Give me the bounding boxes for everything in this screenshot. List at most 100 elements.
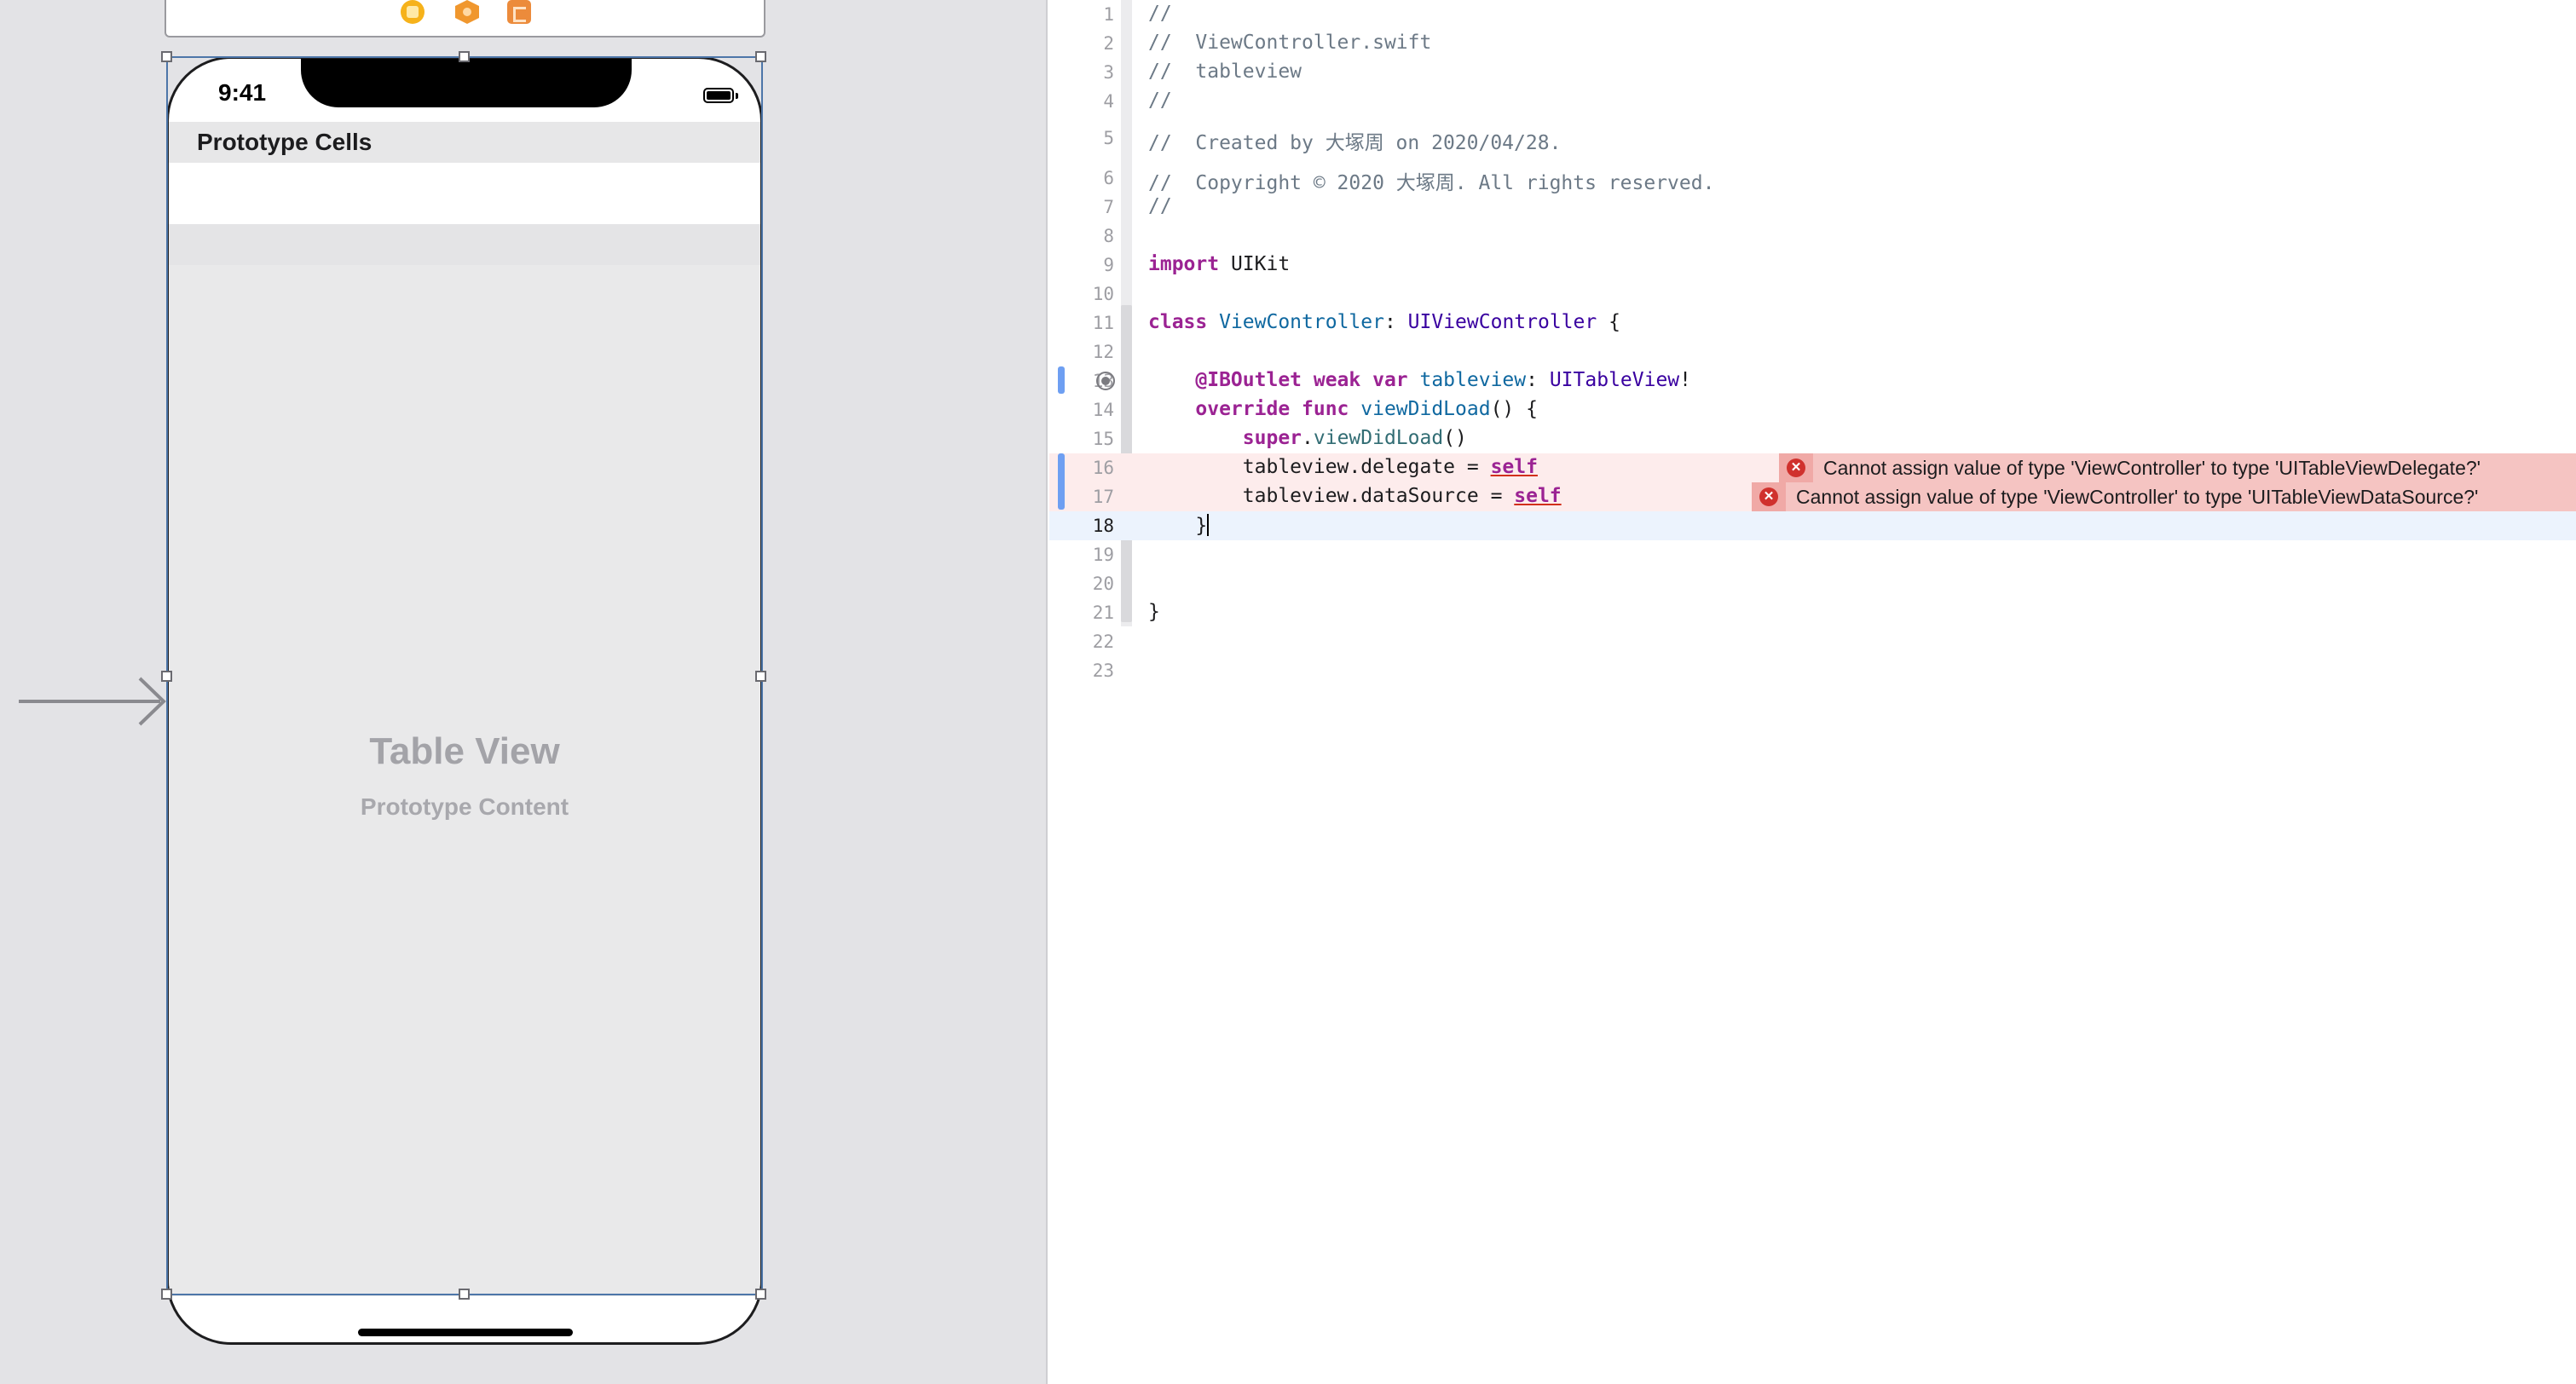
code-line[interactable]: 17 tableview.dataSource = self ✕ Cannot as…: [1049, 482, 2576, 511]
resize-handle[interactable]: [459, 1289, 470, 1300]
resize-handle[interactable]: [459, 51, 470, 62]
line-number[interactable]: 23: [1049, 660, 1114, 681]
code-text[interactable]: @IBOutlet weak var tableview: UITableVie…: [1148, 369, 1691, 391]
line-number[interactable]: 7: [1049, 197, 1114, 217]
line-number[interactable]: 20: [1049, 574, 1114, 594]
line-number[interactable]: 9: [1049, 255, 1114, 275]
code-text[interactable]: //: [1148, 3, 1172, 25]
line-number[interactable]: 11: [1049, 313, 1114, 333]
code-line[interactable]: 21}: [1049, 598, 2576, 627]
code-text[interactable]: tableview.dataSource = self: [1148, 485, 1562, 507]
code-token: (): [1443, 427, 1467, 449]
code-declaration: viewDidLoad: [1349, 398, 1491, 420]
code-line[interactable]: 19: [1049, 540, 2576, 569]
code-line[interactable]: 7 //: [1049, 193, 2576, 222]
line-number[interactable]: 6: [1049, 168, 1114, 188]
code-line[interactable]: 14 override func viewDidLoad() {: [1049, 395, 2576, 424]
code-line[interactable]: 9 import UIKit: [1049, 251, 2576, 280]
code-declaration: tableview: [1407, 369, 1527, 391]
line-number[interactable]: 21: [1049, 603, 1114, 623]
code-line[interactable]: 11 class ViewController: UIViewController…: [1049, 309, 2576, 337]
code-text[interactable]: class ViewController: UIViewController {: [1148, 311, 1620, 333]
initial-view-controller-arrow-icon[interactable]: [19, 673, 172, 729]
line-number[interactable]: 1: [1049, 4, 1114, 25]
table-section-gap: [169, 224, 760, 265]
error-banner[interactable]: ✕ Cannot assign value of type 'ViewContro…: [1779, 453, 2576, 482]
code-line[interactable]: 13 @IBOutlet weak var tableview: UITable…: [1049, 366, 2576, 395]
code-text[interactable]: }: [1148, 601, 1160, 623]
line-number[interactable]: 5: [1049, 128, 1114, 148]
first-responder-icon[interactable]: [455, 0, 479, 24]
text-cursor: [1207, 514, 1210, 536]
code-keyword: import: [1148, 253, 1220, 275]
code-token: .: [1302, 427, 1314, 449]
prototype-cell[interactable]: [169, 163, 760, 224]
line-number[interactable]: 22: [1049, 631, 1114, 652]
line-number[interactable]: 12: [1049, 342, 1114, 362]
code-text[interactable]: // ViewController.swift: [1148, 32, 1431, 54]
code-keyword: @IBOutlet weak var: [1148, 369, 1408, 391]
prototype-cells-header: Prototype Cells: [169, 122, 760, 163]
code-line[interactable]: 20: [1049, 569, 2576, 598]
storyboard-canvas[interactable]: 9:41 Prototype Cells Table View Prototyp…: [0, 0, 1048, 1384]
error-banner[interactable]: ✕ Cannot assign value of type 'ViewContro…: [1752, 482, 2576, 511]
line-number[interactable]: 3: [1049, 62, 1114, 83]
iphone-scene[interactable]: 9:41 Prototype Cells Table View Prototyp…: [166, 56, 763, 1345]
line-number[interactable]: 8: [1049, 226, 1114, 246]
code-text[interactable]: }: [1148, 514, 1210, 537]
code-line[interactable]: 23: [1049, 656, 2576, 685]
exit-icon[interactable]: [507, 0, 531, 24]
code-token: () {: [1490, 398, 1538, 420]
resize-handle[interactable]: [755, 51, 766, 62]
code-line[interactable]: 15 super.viewDidLoad(): [1049, 424, 2576, 453]
error-icon[interactable]: ✕: [1787, 458, 1805, 477]
code-line[interactable]: 2 // ViewController.swift: [1049, 29, 2576, 58]
code-line[interactable]: 12: [1049, 337, 2576, 366]
resize-handle[interactable]: [755, 671, 766, 682]
code-text[interactable]: //: [1148, 89, 1172, 112]
error-message: Cannot assign value of type 'ViewControl…: [1796, 486, 2479, 508]
code-line[interactable]: 16 tableview.delegate = self ✕ Cannot assi…: [1049, 453, 2576, 482]
code-text[interactable]: tableview.delegate = self: [1148, 456, 1538, 478]
line-number[interactable]: 2: [1049, 33, 1114, 54]
resize-handle[interactable]: [161, 671, 172, 682]
code-text[interactable]: override func viewDidLoad() {: [1148, 398, 1538, 420]
line-number[interactable]: 15: [1049, 429, 1114, 449]
code-text[interactable]: // Copyright © 2020 大塚周. All rights rese…: [1148, 166, 1714, 195]
line-number[interactable]: 19: [1049, 545, 1114, 565]
battery-icon: [703, 88, 734, 103]
line-number[interactable]: 14: [1049, 400, 1114, 420]
status-bar-time: 9:41: [218, 79, 267, 106]
change-indicator: [1058, 366, 1065, 394]
code-token: }: [1148, 601, 1160, 623]
resize-handle[interactable]: [161, 1289, 172, 1300]
line-number[interactable]: 10: [1049, 284, 1114, 304]
code-token: !: [1679, 369, 1692, 391]
code-text[interactable]: // tableview: [1148, 61, 1302, 83]
code-line[interactable]: 6 // Copyright © 2020 大塚周. All rights res…: [1049, 164, 2576, 195]
outlet-connection-icon[interactable]: [1096, 372, 1115, 390]
home-indicator: [358, 1329, 573, 1336]
resize-handle[interactable]: [755, 1289, 766, 1300]
code-line[interactable]: 3 // tableview: [1049, 58, 2576, 87]
code-line[interactable]: 1 //: [1049, 0, 2576, 29]
line-number[interactable]: 18: [1049, 516, 1114, 536]
code-text[interactable]: // Created by 大塚周 on 2020/04/28.: [1148, 126, 1561, 155]
resize-handle[interactable]: [161, 51, 172, 62]
code-line[interactable]: 22: [1049, 627, 2576, 656]
table-view[interactable]: [169, 265, 760, 1296]
code-text[interactable]: super.viewDidLoad(): [1148, 427, 1467, 449]
code-editor[interactable]: 1 // 2 // ViewController.swift 3 // tableview…: [1049, 0, 2576, 1384]
code-line[interactable]: 5 // Created by 大塚周 on 2020/04/28.: [1049, 124, 2576, 155]
line-number[interactable]: 4: [1049, 91, 1114, 112]
code-line[interactable]: 8: [1049, 222, 2576, 251]
code-line[interactable]: 18 }: [1049, 511, 2576, 540]
error-icon[interactable]: ✕: [1759, 487, 1778, 506]
code-text[interactable]: import UIKit: [1148, 253, 1290, 275]
code-line[interactable]: 10: [1049, 280, 2576, 309]
code-comment: // Created by 大塚周 on 2020/04/28.: [1148, 132, 1562, 154]
change-indicator: [1058, 453, 1065, 510]
view-controller-icon[interactable]: [401, 0, 425, 24]
code-line[interactable]: 4 //: [1049, 87, 2576, 116]
code-text[interactable]: //: [1148, 195, 1172, 217]
